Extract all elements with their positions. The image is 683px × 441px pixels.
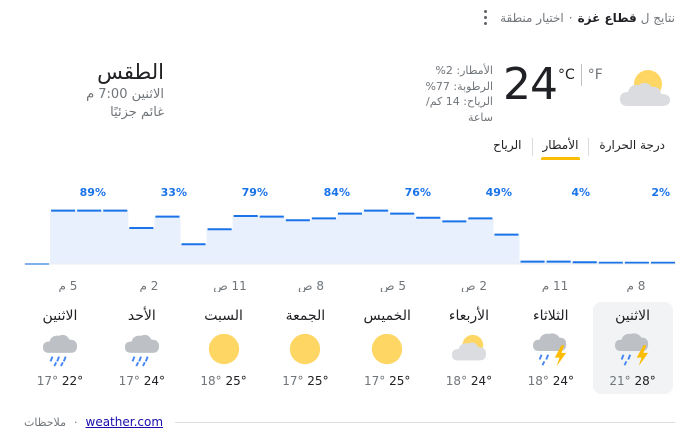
precipitation-label: 76% — [405, 186, 431, 199]
day-temperatures: 18° 24° — [429, 374, 509, 388]
day-high: 22° — [61, 374, 84, 388]
rain-cloud-icon — [42, 334, 78, 367]
partly-cloudy-icon — [620, 70, 670, 106]
wind-value: الرياح: 14 كم/ساعة — [426, 95, 493, 124]
day-high: 25° — [225, 374, 247, 388]
day-temperatures: 18° 25° — [184, 374, 264, 388]
daily-forecast: الاثنين 17° 22° الأحد 17° 24° السبت 18° 25° ال… — [20, 302, 680, 394]
day-name: الجمعة — [285, 308, 326, 324]
time-label: 5 م — [59, 279, 78, 292]
humidity-value: الرطوبة: 77% — [425, 79, 493, 93]
sun-icon — [372, 333, 403, 365]
thunderstorm-icon — [532, 333, 566, 367]
time-label: 5 ص — [380, 279, 406, 292]
day-high: 24° — [470, 374, 493, 388]
precipitation-area — [24, 210, 676, 264]
day-high: 24° — [143, 374, 165, 388]
day-name: الأربعاء — [448, 308, 490, 324]
day-card[interactable]: الثلاثاء 18° 24° — [511, 302, 591, 394]
footer-divider — [175, 421, 675, 423]
day-card[interactable]: السبت 18° 25° — [184, 302, 264, 394]
sun-icon — [290, 333, 321, 365]
day-low: 18° — [445, 374, 468, 388]
day-name: الاثنين — [42, 308, 78, 324]
weather-time: الاثنين 7:00 م — [86, 87, 164, 102]
day-low: 17° — [363, 374, 386, 388]
unit-divider — [580, 64, 582, 86]
location-separator: · — [568, 11, 573, 25]
day-card[interactable]: الأربعاء 18° 24° — [429, 302, 509, 394]
day-high: 28° — [634, 374, 656, 388]
day-card[interactable]: الجمعة 17° 25° — [265, 302, 345, 394]
feedback-link[interactable]: ملاحظات — [24, 416, 66, 429]
footer: ملاحظات · weather.com — [24, 412, 675, 432]
day-temperatures: 17° 25° — [347, 374, 427, 388]
precipitation-label: 4% — [571, 186, 590, 199]
day-low: 21° — [609, 374, 631, 388]
day-low: 18° — [527, 374, 549, 388]
precipitation-label: 33% — [161, 186, 187, 199]
location-name[interactable]: قطاع غزة — [578, 11, 637, 25]
day-name: الخميس — [363, 308, 411, 324]
day-low: 17° — [118, 374, 140, 388]
sun-icon — [208, 333, 239, 365]
day-high: 25° — [307, 374, 329, 388]
results-for-label: نتايج ل — [640, 11, 675, 25]
weather-details: الأمطار: 2% الرطوبة: 77% الرياح: 14 كم/س… — [405, 63, 493, 125]
choose-region-link[interactable]: اختيار منطقة — [500, 11, 564, 25]
results-location-bar: نتايج ل قطاع غزة · اختيار منطقة — [8, 8, 675, 28]
day-high: 25° — [389, 374, 411, 388]
day-name: الاثنين — [615, 308, 651, 324]
precipitation-label: 49% — [486, 186, 512, 199]
tab-temperature[interactable]: درجة الحرارة — [589, 132, 675, 160]
fahrenheit-button[interactable]: °F — [588, 67, 603, 83]
day-temperatures: 17° 22° — [20, 374, 100, 388]
precipitation-value: الأمطار: 2% — [435, 64, 493, 77]
weather-source-link[interactable]: weather.com — [86, 415, 164, 429]
time-label: 2 م — [140, 279, 159, 292]
precipitation-label: 79% — [242, 186, 268, 199]
rain-cloud-icon — [124, 334, 159, 367]
footer-separator: · — [74, 415, 78, 429]
tab-precipitation[interactable]: الأمطار — [533, 132, 589, 160]
thunderstorm-icon — [614, 333, 648, 367]
time-label: 11 ص — [213, 279, 247, 292]
unit-toggle: °C °F — [558, 64, 603, 86]
weather-title: الطقس — [97, 60, 164, 84]
day-temperatures: 21° 28° — [593, 374, 673, 388]
day-temperatures: 17° 25° — [265, 374, 345, 388]
day-card[interactable]: الاثنين 17° 22° — [20, 302, 100, 394]
day-name: السبت — [204, 308, 243, 324]
day-card[interactable]: الأحد 17° 24° — [102, 302, 182, 394]
tab-wind[interactable]: الرياح — [483, 132, 531, 160]
day-card[interactable]: الاثنين 21° 28° — [592, 302, 673, 394]
weather-condition: غائم جزئيًا — [110, 105, 164, 120]
time-label: 8 م — [627, 279, 646, 292]
celsius-button[interactable]: °C — [558, 67, 575, 83]
precipitation-chart: 89% 33% 79% 84% 76% 49% 4% 2% 5 م 2 م 11 ص 8 ص 5 ص 2 … — [24, 186, 676, 292]
day-name: الثلاثاء — [533, 308, 569, 324]
current-temperature: 24 — [503, 59, 558, 110]
time-label: 11 م — [542, 279, 569, 292]
day-low: 17° — [282, 374, 304, 388]
day-high: 24° — [552, 374, 574, 388]
chart-tabs: درجة الحرارة الأمطار الرياح — [483, 132, 675, 164]
time-label: 2 ص — [461, 279, 487, 292]
weather-title-block: الطقس الاثنين 7:00 م غائم جزئيًا — [24, 60, 164, 122]
time-label: 8 ص — [298, 279, 324, 292]
day-name: الأحد — [127, 308, 156, 324]
more-options-icon[interactable] — [478, 8, 492, 26]
day-temperatures: 18° 24° — [511, 374, 591, 388]
partly-cloudy-icon — [451, 334, 487, 361]
precipitation-label: 2% — [651, 186, 670, 199]
precipitation-label: 84% — [324, 186, 350, 199]
day-card[interactable]: الخميس 17° 25° — [347, 302, 427, 394]
day-temperatures: 17° 24° — [102, 374, 182, 388]
day-low: 17° — [36, 374, 59, 388]
precipitation-label: 89% — [80, 186, 106, 199]
day-low: 18° — [200, 374, 222, 388]
